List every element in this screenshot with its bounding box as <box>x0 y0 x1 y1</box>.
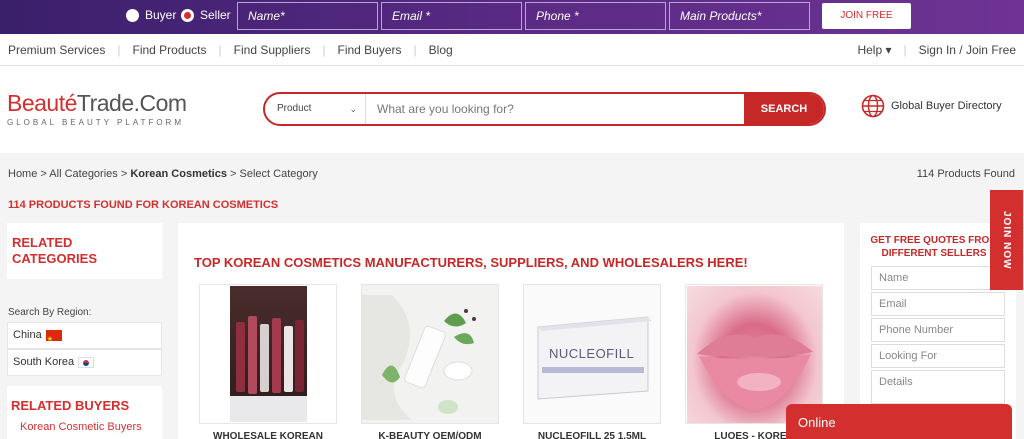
search-category-select[interactable]: Product ⌄ <box>265 94 366 124</box>
product-image-nucleofill-box[interactable]: NUCLEOFILL <box>524 285 660 423</box>
main-nav: Premium Services | Find Products | Find Su… <box>0 34 1024 66</box>
nav-find-suppliers[interactable]: Find Suppliers <box>234 43 311 57</box>
related-categories-heading: RELATED CATEGORIES <box>7 223 162 279</box>
breadcrumb-separator: > <box>120 168 128 180</box>
logo-text-brand: Beauté <box>7 90 77 116</box>
related-buyers-panel: RELATED BUYERS Korean Cosmetic Buyers <box>7 386 162 439</box>
breadcrumb-current[interactable]: Korean Cosmetics <box>130 168 227 180</box>
region-label: Search By Region: <box>8 307 92 318</box>
search-button[interactable]: SEARCH <box>744 94 824 124</box>
listing-title: TOP KOREAN COSMETICS MANUFACTURERS, SUPP… <box>194 255 748 270</box>
logo-text-domain: Trade.Com <box>76 90 187 116</box>
global-buyer-directory-label: Global Buyer Directory <box>891 100 1002 112</box>
signup-email-input[interactable]: Email * <box>381 2 522 30</box>
seller-radio-label: Seller <box>200 8 231 22</box>
buyer-radio[interactable]: Buyer <box>126 8 176 22</box>
products-found-title: 114 PRODUCTS FOUND FOR KOREAN COSMETICS <box>8 199 279 211</box>
quote-looking-for-input[interactable]: Looking For <box>871 344 1005 368</box>
korean-cosmetic-buyers-link[interactable]: Korean Cosmetic Buyers <box>11 421 158 433</box>
quote-phone-input[interactable]: Phone Number <box>871 318 1005 342</box>
south-korea-flag-icon <box>78 357 95 368</box>
region-item-label: China <box>13 329 42 341</box>
help-menu[interactable]: Help ▾ <box>857 43 891 57</box>
breadcrumb-separator: > <box>40 168 47 180</box>
product-card[interactable] <box>361 284 499 424</box>
signup-phone-input[interactable]: Phone * <box>525 2 666 30</box>
chevron-down-icon: ⌄ <box>349 104 357 114</box>
site-logo[interactable]: BeautéTrade.Com GLOBAL BEAUTY PLATFORM <box>7 90 187 127</box>
breadcrumb-home[interactable]: Home <box>8 168 37 180</box>
product-image-skincare-tube[interactable] <box>362 285 498 423</box>
breadcrumb-separator: > <box>230 168 237 180</box>
region-item-south-korea[interactable]: South Korea <box>7 349 162 376</box>
global-buyer-directory-link[interactable]: Global Buyer Directory <box>861 94 1002 118</box>
seller-radio-icon[interactable] <box>181 8 194 22</box>
product-card[interactable] <box>685 284 823 424</box>
search-category-value: Product <box>277 103 312 114</box>
region-item-china[interactable]: China <box>7 322 162 352</box>
nucleofill-brand-text: NUCLEOFILL <box>549 346 635 361</box>
quote-email-input[interactable]: Email <box>871 292 1005 316</box>
nav-divider: | <box>903 43 907 57</box>
search-input[interactable] <box>367 94 744 124</box>
top-signup-bar: Buyer Seller Name* Email * Phone * Main … <box>0 0 1024 34</box>
buyer-radio-icon[interactable] <box>126 8 139 22</box>
join-free-button[interactable]: JOIN FREE <box>822 3 911 29</box>
nav-divider: | <box>117 43 121 57</box>
breadcrumb-all-categories[interactable]: All Categories <box>49 168 117 180</box>
buyer-radio-label: Buyer <box>145 8 177 22</box>
product-card[interactable]: NUCLEOFILL <box>523 284 661 424</box>
breadcrumb: Home > All Categories > Korean Cosmetics… <box>8 168 318 180</box>
product-card[interactable] <box>199 284 337 424</box>
signup-products-input[interactable]: Main Products* <box>669 2 810 30</box>
signup-name-input[interactable]: Name* <box>237 2 378 30</box>
nav-links: Premium Services | Find Products | Find Su… <box>8 34 453 66</box>
signin-link[interactable]: Sign In / Join Free <box>919 43 1016 57</box>
join-now-tab[interactable]: JOIN NOW <box>990 190 1023 290</box>
nav-account: Help ▾ | Sign In / Join Free <box>857 34 1016 66</box>
site-header: BeautéTrade.Com GLOBAL BEAUTY PLATFORM P… <box>0 66 1024 153</box>
search-bar: Product ⌄ SEARCH <box>263 92 826 126</box>
nav-divider: | <box>322 43 326 57</box>
related-buyers-heading: RELATED BUYERS <box>11 398 130 413</box>
logo-tagline: GLOBAL BEAUTY PLATFORM <box>7 118 184 127</box>
product-title[interactable]: K-BEAUTY OEM/ODM <box>361 431 499 439</box>
nav-premium-services[interactable]: Premium Services <box>8 43 105 57</box>
product-title[interactable]: NUCLEOFILL 25 1.5ML <box>523 431 661 439</box>
quote-name-input[interactable]: Name <box>871 266 1005 290</box>
nav-divider: | <box>413 43 417 57</box>
nav-find-products[interactable]: Find Products <box>132 43 206 57</box>
products-found-count: 114 Products Found <box>916 168 1015 180</box>
china-flag-icon <box>45 327 62 352</box>
globe-icon <box>861 94 885 118</box>
product-title[interactable]: WHOLESALE KOREAN <box>199 431 337 439</box>
nav-blog[interactable]: Blog <box>429 43 453 57</box>
product-listing-panel: TOP KOREAN COSMETICS MANUFACTURERS, SUPP… <box>178 223 844 439</box>
region-item-label: South Korea <box>13 356 75 368</box>
online-chat-widget[interactable]: Online <box>786 404 1012 439</box>
breadcrumb-select-category[interactable]: Select Category <box>240 168 318 180</box>
product-image-cosmetics-shelf[interactable] <box>230 286 307 422</box>
quote-details-textarea[interactable]: Details <box>871 370 1005 404</box>
seller-radio[interactable]: Seller <box>181 8 231 22</box>
nav-find-buyers[interactable]: Find Buyers <box>338 43 402 57</box>
nav-divider: | <box>218 43 222 57</box>
free-quotes-title: GET FREE QUOTES FROM DIFFERENT SELLERS <box>870 235 998 259</box>
